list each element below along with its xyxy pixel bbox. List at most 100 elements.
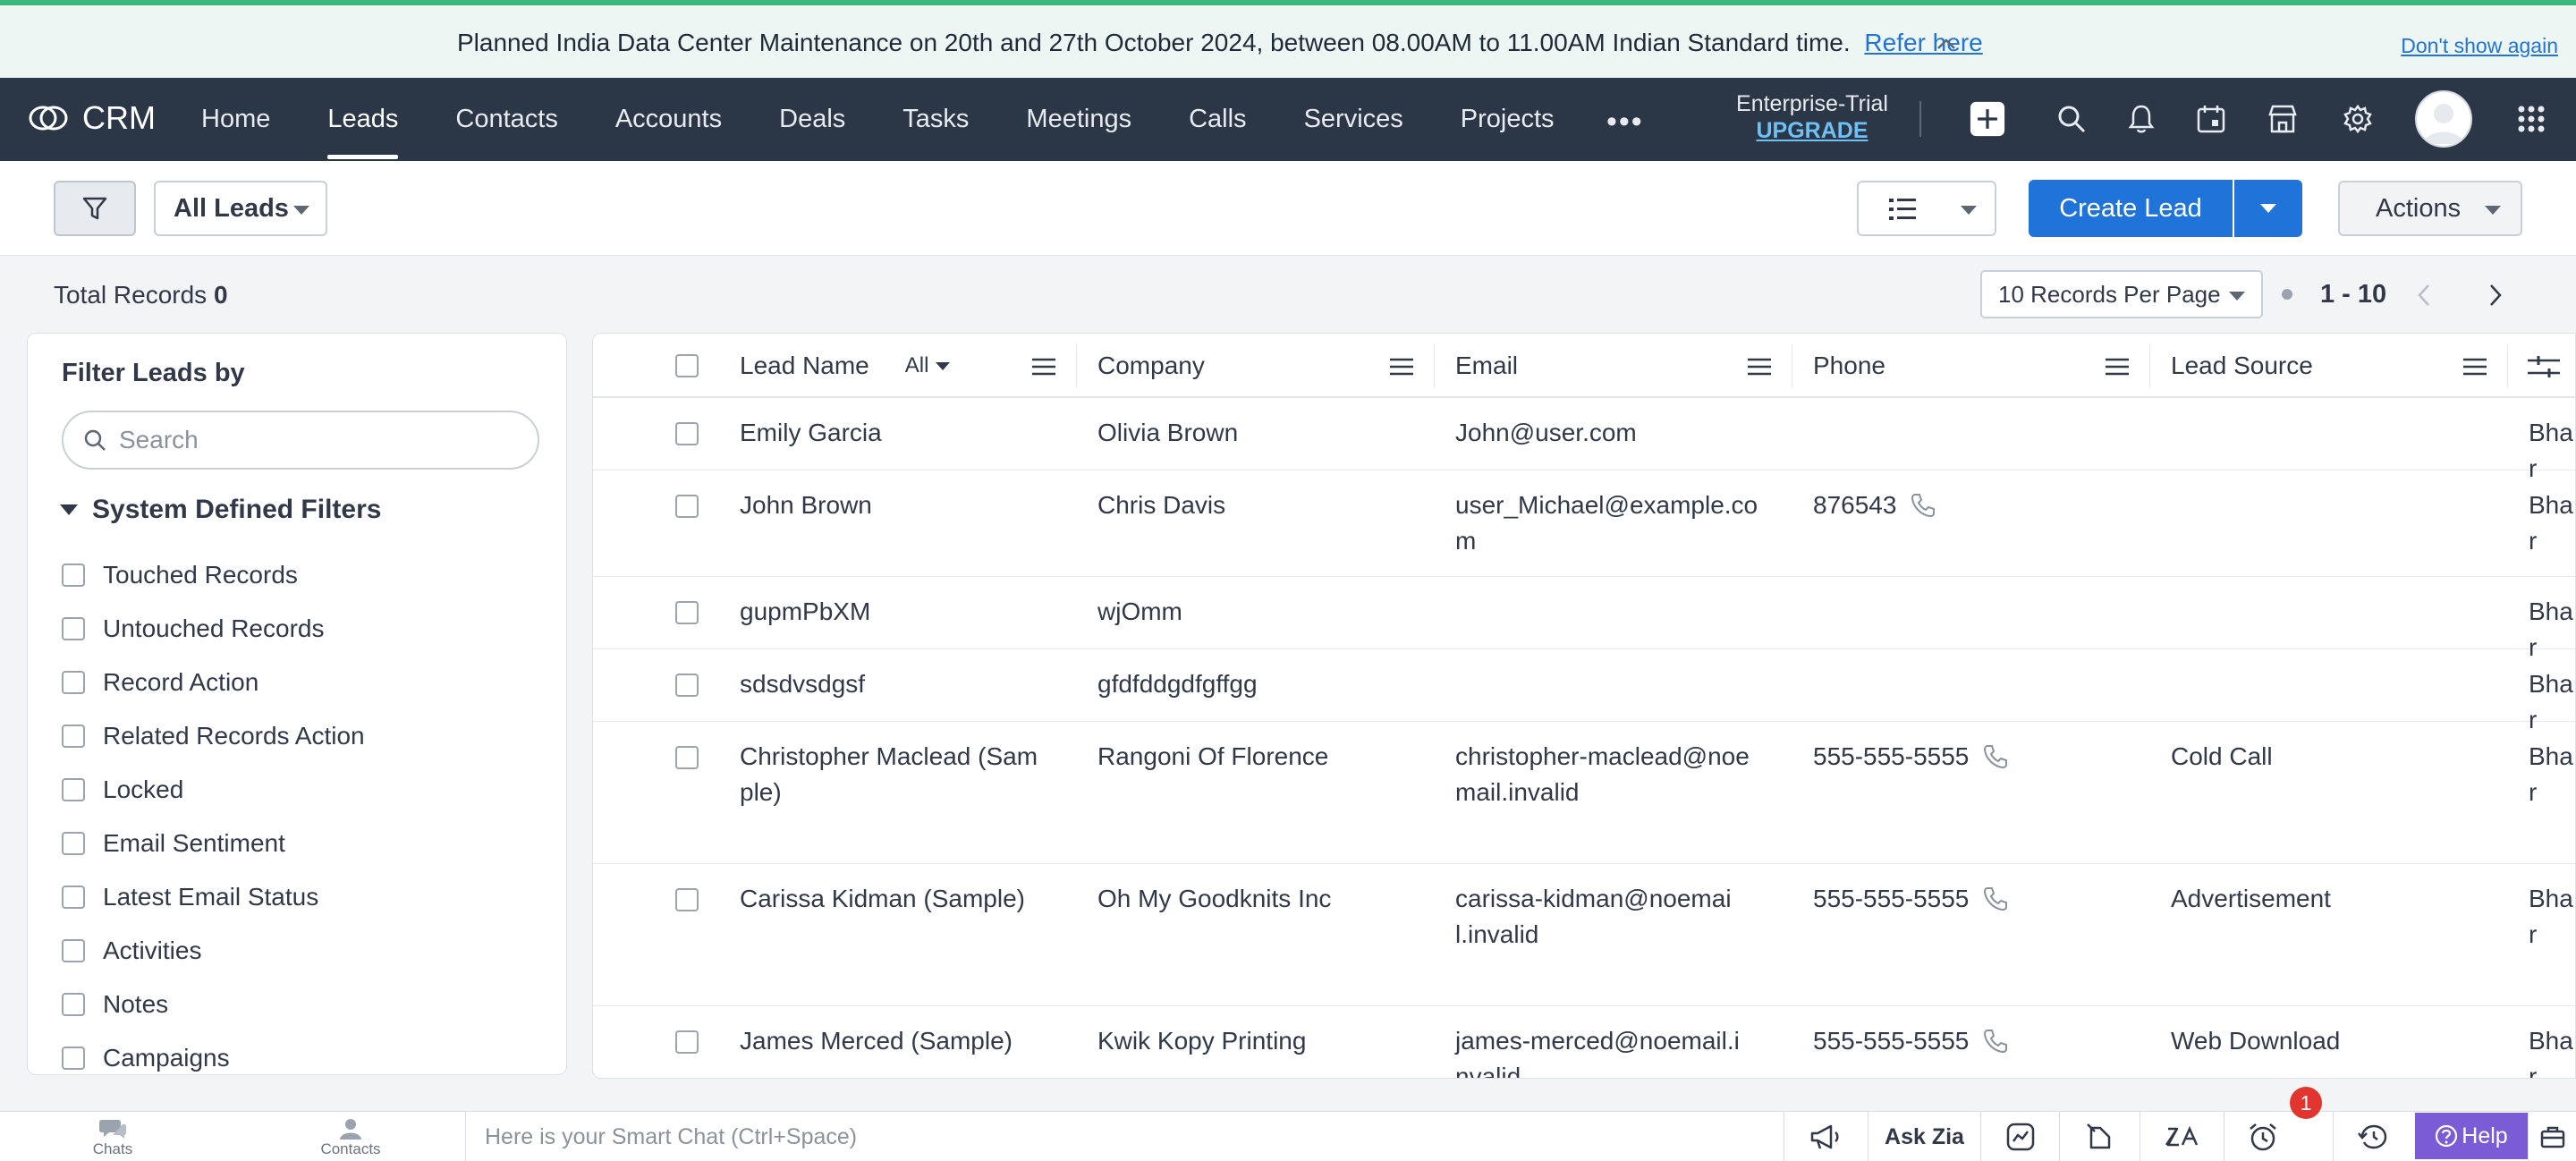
chevron-up-icon[interactable] [1936,38,1956,50]
records-per-page-select[interactable]: 10 Records Per Page [1980,270,2263,318]
contacts-button[interactable]: Contacts [315,1117,386,1158]
crm-logo[interactable]: CRM [27,99,156,137]
table-row[interactable]: sdsdvsdgsf gfdfddgdfgffgg Bhar [593,650,2575,733]
cell-email[interactable]: carissa-kidman@noemail.invalid [1455,881,1741,953]
checkbox[interactable] [62,778,85,801]
history-icon[interactable] [2333,1112,2411,1161]
column-menu-icon[interactable] [1390,358,1413,376]
column-header-email[interactable]: Email [1455,334,1518,398]
nav-contacts[interactable]: Contacts [455,78,557,161]
custom-view-select[interactable]: All Leads [154,181,327,236]
user-avatar[interactable] [2415,90,2472,148]
lead-name-filter[interactable]: All [905,353,951,378]
filter-item[interactable]: Email Sentiment [62,817,365,870]
column-menu-icon[interactable] [2463,358,2487,376]
filter-item[interactable]: Touched Records [62,548,365,602]
gear-icon[interactable] [2340,101,2376,137]
cell-email[interactable]: user_Michael@example.com [1455,487,1759,559]
app-grid-icon[interactable] [2513,101,2549,137]
row-checkbox[interactable] [675,601,699,624]
cell-email[interactable]: John@user.com [1455,415,1759,451]
filter-item[interactable]: Record Action [62,656,365,709]
checkbox[interactable] [62,939,85,962]
actions-button[interactable]: Actions [2338,181,2522,236]
row-checkbox[interactable] [675,746,699,769]
marketplace-icon[interactable] [2265,101,2301,137]
search-icon[interactable] [2054,101,2089,137]
nav-services[interactable]: Services [1304,78,1403,161]
checkbox[interactable] [62,671,85,694]
row-checkbox[interactable] [675,495,699,518]
column-header-phone[interactable]: Phone [1813,334,1885,398]
create-plus-icon[interactable] [1970,101,2005,137]
create-lead-button[interactable]: Create Lead [2029,180,2233,237]
cell-email[interactable]: christopher-maclead@noemail.invalid [1455,739,1759,810]
checkbox[interactable] [62,564,85,587]
megaphone-icon[interactable] [1784,1112,1868,1161]
list-view-toggle[interactable] [1857,181,1996,236]
table-row[interactable]: John Brown Chris Davis user_Michael@exam… [593,471,2575,577]
briefcase-icon[interactable] [2528,1112,2576,1161]
dont-show-again-link[interactable]: Don't show again [2401,34,2558,58]
cell-email[interactable]: james-merced@noemail.invalid [1455,1023,1750,1078]
previous-page-icon[interactable] [2408,279,2440,311]
row-checkbox[interactable] [675,674,699,697]
form-share-icon[interactable] [2059,1112,2140,1161]
bell-icon[interactable] [2123,101,2159,137]
upgrade-link[interactable]: UPGRADE [1732,117,1893,144]
phone-icon[interactable] [1981,742,2010,771]
smart-chat-input[interactable]: Here is your Smart Chat (Ctrl+Space) [485,1124,857,1150]
chats-button[interactable]: Chats [82,1117,143,1158]
phone-icon[interactable] [1909,491,1937,520]
nav-meetings[interactable]: Meetings [1026,78,1131,161]
ask-zia-button[interactable]: Ask Zia [1868,1112,1980,1161]
filter-toggle-button[interactable] [54,181,136,236]
column-menu-icon[interactable] [2106,358,2129,376]
filter-item[interactable]: Notes [62,978,365,1031]
checkbox[interactable] [62,1047,85,1070]
analytics-icon[interactable] [1980,1112,2059,1161]
nav-tasks[interactable]: Tasks [902,78,969,161]
row-checkbox[interactable] [675,888,699,911]
cell-lead-name[interactable]: Emily Garcia [740,415,1044,451]
column-menu-icon[interactable] [1748,358,1771,376]
table-row[interactable]: Carissa Kidman (Sample) Oh My Goodknits … [593,865,2575,1006]
table-row[interactable]: gupmPbXM wjOmm Bhar [593,578,2575,661]
nav-accounts[interactable]: Accounts [615,78,722,161]
cell-lead-name[interactable]: John Brown [740,487,1044,523]
checkbox[interactable] [62,993,85,1016]
filter-item[interactable]: Related Records Action [62,709,365,763]
cell-lead-name[interactable]: gupmPbXM [740,594,1044,630]
checkbox[interactable] [62,617,85,640]
nav-leads[interactable]: Leads [327,78,399,161]
select-all-checkbox[interactable] [675,354,699,377]
next-page-icon[interactable] [2479,279,2512,311]
checkbox[interactable] [62,725,85,748]
column-settings-icon[interactable] [2528,355,2560,378]
table-row[interactable]: Emily Garcia Olivia Brown John@user.com … [593,399,2575,482]
filter-search-input[interactable] [119,426,513,454]
help-button[interactable]: Help [2415,1113,2528,1159]
filter-item[interactable]: Untouched Records [62,602,365,656]
nav-projects[interactable]: Projects [1461,78,1555,161]
table-row[interactable]: Christopher Maclead (Sample) Rangoni Of … [593,723,2575,864]
cell-lead-name[interactable]: Christopher Maclead (Sample) [740,739,1044,810]
column-menu-icon[interactable] [1032,358,1055,376]
calendar-icon[interactable] [2193,101,2229,137]
filter-item[interactable]: Campaigns [62,1031,365,1074]
zia-icon[interactable] [2140,1112,2224,1161]
cell-lead-name[interactable]: sdsdvsdgsf [740,666,1044,702]
create-lead-dropdown[interactable] [2234,180,2302,237]
column-header-company[interactable]: Company [1097,334,1205,398]
column-header-lead-source[interactable]: Lead Source [2171,334,2313,398]
table-row[interactable]: James Merced (Sample) Kwik Kopy Printing… [593,1007,2575,1078]
nav-home[interactable]: Home [201,78,270,161]
cell-lead-name[interactable]: Carissa Kidman (Sample) [740,881,1044,917]
nav-calls[interactable]: Calls [1189,78,1246,161]
system-defined-filters-toggle[interactable]: System Defined Filters [60,495,381,525]
checkbox[interactable] [62,832,85,855]
row-checkbox[interactable] [675,1030,699,1054]
nav-deals[interactable]: Deals [779,78,845,161]
checkbox[interactable] [62,886,85,909]
more-modules-icon[interactable]: ••• [1606,105,1644,140]
